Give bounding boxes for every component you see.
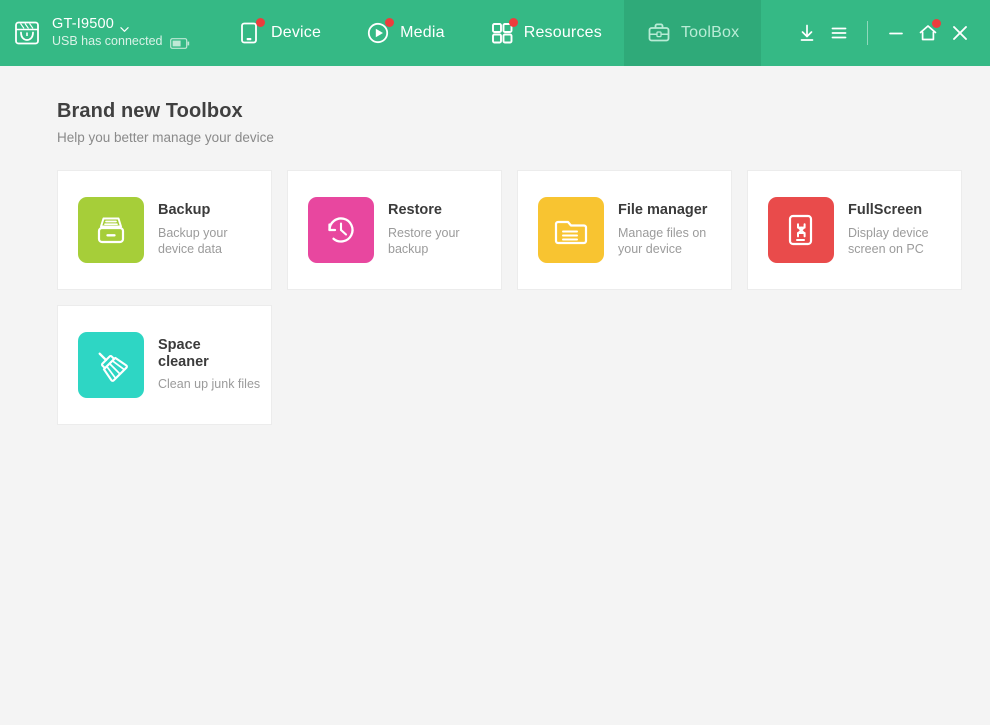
card-desc: Display device screen on PC (848, 225, 953, 258)
titlebar: GT-I9500 USB has connected (0, 0, 990, 66)
card-desc: Clean up junk files (158, 376, 260, 393)
tool-card-restore[interactable]: Restore Restore your backup (287, 170, 502, 290)
nav-tab-media[interactable]: Media (343, 0, 467, 66)
tool-card-backup[interactable]: Backup Backup your device data (57, 170, 272, 290)
phone-icon (236, 20, 262, 46)
nav-tab-media-label: Media (400, 24, 445, 42)
tool-card-file-manager[interactable]: File manager Manage files on your device (517, 170, 732, 290)
minimize-button[interactable] (880, 16, 912, 50)
tool-card-fullscreen[interactable]: FullScreen Display device screen on PC (747, 170, 962, 290)
device-info-block[interactable]: GT-I9500 USB has connected (0, 0, 214, 66)
folder-lines-icon (538, 197, 604, 263)
nav-tab-resources-label: Resources (524, 24, 602, 42)
card-text: FullScreen Display device screen on PC (848, 202, 961, 257)
broom-icon (78, 332, 144, 398)
device-status: USB has connected (52, 35, 163, 49)
device-outline-icon (12, 18, 42, 48)
close-button[interactable] (944, 16, 976, 50)
page-subtitle: Help you better manage your device (57, 130, 990, 145)
card-text: Backup Backup your device data (158, 202, 271, 257)
device-status-row: USB has connected (52, 35, 190, 49)
device-meta: GT-I9500 USB has connected (52, 17, 190, 49)
notification-badge (385, 18, 394, 27)
battery-icon (170, 36, 190, 47)
tool-card-grid: Backup Backup your device data Restore R… (57, 170, 962, 425)
clock-history-icon (308, 197, 374, 263)
device-name: GT-I9500 (52, 17, 114, 33)
card-text: Space cleaner Clean up junk files (158, 337, 268, 393)
page-title: Brand new Toolbox (57, 100, 990, 123)
nav-tab-device[interactable]: Device (214, 0, 343, 66)
grid-icon (489, 20, 515, 46)
hamburger-menu-icon (829, 23, 849, 43)
window-tools (791, 0, 990, 66)
card-title: FullScreen (848, 202, 953, 219)
tool-card-space-cleaner[interactable]: Space cleaner Clean up junk files (57, 305, 272, 425)
card-title: Space cleaner (158, 337, 230, 371)
card-desc: Restore your backup (388, 225, 493, 258)
notification-badge (256, 18, 265, 27)
tool-divider (867, 21, 868, 45)
close-icon (950, 23, 970, 43)
play-circle-icon (365, 20, 391, 46)
download-icon (797, 23, 817, 43)
archive-drawer-icon (78, 197, 144, 263)
nav-tab-device-label: Device (271, 24, 321, 42)
nav-tab-resources[interactable]: Resources (467, 0, 624, 66)
main-nav: Device Media Resou (214, 0, 761, 66)
toolbox-icon (646, 20, 672, 46)
device-name-row[interactable]: GT-I9500 (52, 17, 190, 33)
card-text: File manager Manage files on your device (618, 202, 731, 257)
download-button[interactable] (791, 16, 823, 50)
card-title: Backup (158, 202, 263, 219)
chevron-down-icon[interactable] (120, 21, 129, 30)
nav-tab-toolbox[interactable]: ToolBox (624, 0, 761, 66)
minimize-icon (886, 23, 906, 43)
notification-badge (509, 18, 518, 27)
phone-expand-icon (768, 197, 834, 263)
card-title: File manager (618, 202, 723, 219)
notification-badge (932, 19, 941, 28)
main-content: Brand new Toolbox Help you better manage… (0, 66, 990, 425)
menu-button[interactable] (823, 16, 855, 50)
card-text: Restore Restore your backup (388, 202, 501, 257)
nav-tab-toolbox-label: ToolBox (681, 24, 739, 42)
card-desc: Backup your device data (158, 225, 263, 258)
home-button[interactable] (912, 16, 944, 50)
card-title: Restore (388, 202, 493, 219)
card-desc: Manage files on your device (618, 225, 723, 258)
